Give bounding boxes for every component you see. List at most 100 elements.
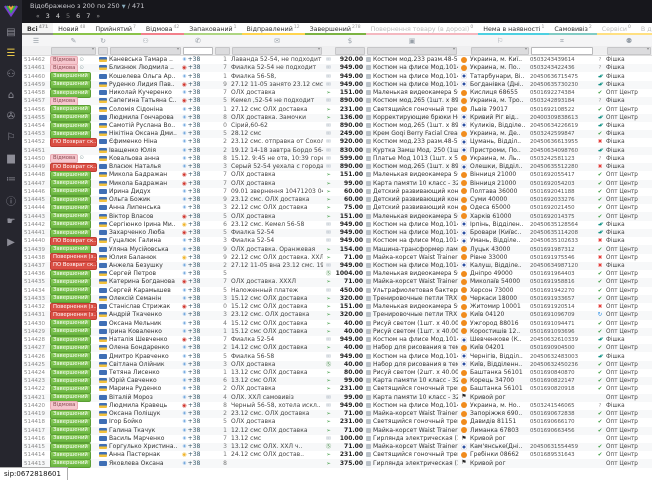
client-name[interactable]: Сергей Петров: [109, 270, 182, 278]
delivery-city[interactable]: Кривой рог: [470, 394, 530, 402]
tab-В дорозі додому[interactable]: В дорозі додому0: [636, 23, 652, 35]
stats-icon[interactable]: ▆: [0, 148, 22, 169]
client-name[interactable]: Сергіюнко Ірина Ми..: [109, 221, 182, 229]
product-name[interactable]: Майка-корсет Waist Trainer *142..: [366, 443, 458, 451]
ttn-number[interactable]: 20450632483003: [530, 353, 594, 361]
product-name[interactable]: Рисуй светом (2шт. х 40.00 = 80..: [366, 369, 458, 377]
ttn-number[interactable]: 0503241546065: [530, 402, 594, 410]
order-row[interactable]: 514425ЗавершенийСвітлана Олійник✳+383ОЛХ…: [22, 361, 652, 369]
client-name[interactable]: Дмитро Кравченко: [109, 353, 182, 361]
order-comment[interactable]: 22.12 смс ОЛХ доставка. ХХЛ: [231, 254, 323, 262]
product-name[interactable]: Карта памяти 10 класс - 32Гб *1..: [366, 180, 458, 188]
client-phone[interactable]: ◉+38: [182, 451, 214, 459]
client-phone[interactable]: ✳+38: [182, 204, 214, 212]
order-row[interactable]: 514434ЗавершенийСергей Карамышев✳+385Нал…: [22, 287, 652, 295]
product-name[interactable]: Детский развивающий констру..: [366, 196, 458, 204]
client-phone[interactable]: ✳+38: [182, 73, 214, 81]
ttn-number[interactable]: 20450636715475: [530, 73, 594, 81]
ttn-number[interactable]: 0501691933657: [530, 295, 594, 303]
product-name[interactable]: Костюм на флисе Мод.1014 (1ш...: [366, 353, 458, 361]
ttn-number[interactable]: 20450632610339: [530, 336, 594, 344]
first-page-button[interactable]: «: [36, 13, 40, 20]
tab-Новий[interactable]: Новий48: [53, 23, 90, 35]
client-name[interactable]: Іващенко Юлія: [109, 147, 182, 155]
delivery-city[interactable]: Кривой рог: [470, 435, 530, 443]
client-name[interactable]: Тетяна Лисенко: [109, 369, 182, 377]
product-name[interactable]: Костюм мод.233 разм.48-58 (1...: [366, 138, 458, 146]
ttn-number[interactable]: 0501690820918: [530, 385, 594, 393]
ttn-number[interactable]: 20450635512280: [530, 163, 594, 171]
order-comment[interactable]: Черный 56-58, хотела искл..: [231, 402, 323, 410]
delivery-city[interactable]: Одеса 65000: [470, 204, 530, 212]
product-name[interactable]: Костюм мод.265 (1шт. х 890.00 ..: [366, 163, 458, 171]
delivery-city[interactable]: Куликів, Відділе..: [470, 122, 530, 130]
order-row[interactable]: 514461Відмова⊙Близнюк Людмила ..◉+387Фиа…: [22, 64, 652, 72]
product-name[interactable]: Рисуй светом (1шт. х 40.00 = 40..: [366, 320, 458, 328]
delivery-city[interactable]: Калуш, Відділе..: [470, 262, 530, 270]
ttn-number[interactable]: 0501691096709: [530, 311, 594, 319]
product-name[interactable]: Майка-корсет Waist Trainer *142..: [366, 410, 458, 418]
order-comment[interactable]: 24.12 смс ОЛХ достав..: [231, 451, 323, 459]
client-name[interactable]: Віталій Мороз: [109, 394, 182, 402]
client-phone[interactable]: ✳+38: [182, 361, 214, 369]
order-row[interactable]: 514439ЗавершенийУляна Мусійовська✳+389ОЛ…: [22, 245, 652, 253]
dashboard-icon[interactable]: ▤: [0, 22, 22, 43]
order-id[interactable]: 514430: [22, 320, 50, 328]
client-phone[interactable]: ✳+38: [182, 369, 214, 377]
product-name[interactable]: Маленькая видеокамера SQ8 *..: [366, 303, 458, 311]
order-id[interactable]: 514415: [22, 443, 50, 451]
order-row[interactable]: 514438Повернення (з..Юлия Баланюк◉+38922…: [22, 254, 652, 262]
ttn-number[interactable]: 0501692021450: [530, 204, 594, 212]
order-id[interactable]: 514442: [22, 221, 50, 229]
order-comment[interactable]: ОЛХ доставка. ХХХЛ: [231, 278, 323, 286]
delivery-city[interactable]: Суми 40000: [470, 196, 530, 204]
order-row[interactable]: 514460ЗавершенийКошелева Ольга Ар..✳+381…: [22, 72, 652, 80]
partners-icon[interactable]: ☛: [0, 211, 22, 232]
client-phone[interactable]: ✳+38: [182, 394, 214, 402]
ttn-number[interactable]: 0501690904500: [530, 344, 594, 352]
client-phone[interactable]: ◉+38: [182, 213, 214, 221]
delivery-city[interactable]: Житомир 10001: [470, 303, 530, 311]
order-comment[interactable]: ОЛХ доставка: [231, 180, 323, 188]
client-name[interactable]: Андрій Ткаченко: [109, 311, 182, 319]
client-name[interactable]: Людмила Гончарова: [109, 114, 182, 122]
tab-Відправлений[interactable]: Відправлений12: [242, 23, 305, 35]
order-row[interactable]: 514415ЗавершенийГоргулько Христина..✳+38…: [22, 443, 652, 451]
order-id[interactable]: 514422: [22, 385, 50, 393]
product-name[interactable]: Костюм на флисе Мод.1014 (1ш...: [366, 73, 458, 81]
client-name[interactable]: Гуцалюк Галина: [109, 237, 182, 245]
order-id[interactable]: 514435: [22, 278, 50, 286]
client-phone[interactable]: ✳+38: [182, 188, 214, 196]
product-name[interactable]: Костюм на флисе Мод.1014 (1ш...: [366, 81, 458, 89]
order-id[interactable]: 514437: [22, 262, 50, 270]
client-name[interactable]: Галина Ткачук: [109, 427, 182, 435]
order-id[interactable]: 514421: [22, 394, 50, 402]
order-row[interactable]: 514429ЗавершенийІрина Коваленко✳+38115.1…: [22, 328, 652, 336]
order-row[interactable]: 514419ЗавершенийОксана Поліщук✳+38223.12…: [22, 410, 652, 418]
delivery-city[interactable]: Черкаси 18000: [470, 295, 530, 303]
order-row[interactable]: 514426ЗавершенийДмитро Кравченко✳+385Фиа…: [22, 352, 652, 360]
delivery-city[interactable]: Київ, Відділенн..: [470, 361, 530, 369]
order-row[interactable]: 514436ЗавершенийСергей Петров✳+385Ⓢ1004.…: [22, 270, 652, 278]
order-row[interactable]: 514451Іващенко Юлія✳+38219.12 14-18 завт…: [22, 147, 652, 155]
ttn-number[interactable]: 0503242581123: [530, 155, 594, 163]
order-id[interactable]: 514443: [22, 213, 50, 221]
order-id[interactable]: 514431: [22, 311, 50, 319]
order-row[interactable]: 514443ЗавершенийВіктор Власов◉+385ОЛХ до…: [22, 212, 652, 220]
client-phone[interactable]: ✳+38: [182, 344, 214, 352]
ttn-number[interactable]: 20450634226619: [530, 122, 594, 130]
product-icon[interactable]: ▣: [366, 36, 458, 46]
order-id[interactable]: 514455: [22, 114, 50, 122]
ttn-number[interactable]: 20450631554459: [530, 443, 594, 451]
product-name[interactable]: Маленькая видеокамера SQ8 *..: [366, 213, 458, 221]
order-id[interactable]: 514441: [22, 229, 50, 237]
order-comment[interactable]: 27.12 11-05 занято 23.12 смс ..: [231, 81, 323, 89]
order-id[interactable]: 514433: [22, 295, 50, 303]
order-comment[interactable]: 19.12 14-18 завтра Бордо 56-58: [231, 147, 323, 155]
product-name[interactable]: Светящийся гоночный трек Ma..: [366, 418, 458, 426]
client-phone[interactable]: ✳+38: [182, 353, 214, 361]
client-phone[interactable]: ✳+38: [182, 427, 214, 435]
list-icon[interactable]: ☰: [22, 36, 50, 46]
order-id[interactable]: 514427: [22, 344, 50, 352]
order-id[interactable]: 514444: [22, 204, 50, 212]
